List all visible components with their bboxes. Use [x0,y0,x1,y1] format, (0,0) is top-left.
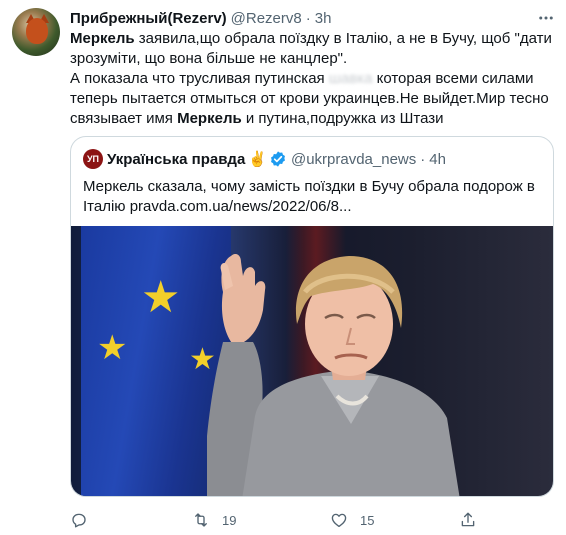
tweet-header: Прибрежный(Rezerv) @Rezerv8 · 3h [70,8,331,28]
reply-button[interactable] [70,510,100,530]
tweet-text-line-3: А показала что трусливая путинская шавка… [70,69,556,89]
retweet-icon [195,513,207,527]
separator-dot: · [305,9,311,27]
quoted-text-line-1: Меркель сказала, чому замість поїздки в … [83,178,535,195]
like-count: 15 [360,512,375,528]
quoted-timestamp[interactable]: 4h [429,151,446,168]
like-button[interactable]: 15 [330,510,374,530]
tweet-text-segment: заявила,що обрала поїздку в Італію, а не… [134,30,552,47]
person-photo [207,254,460,496]
tweet-text-line-5: связывает имя Меркель и путина,подружка … [70,109,556,129]
avatar-fox [26,18,48,44]
share-icon [461,512,475,527]
more-icon [539,16,553,20]
victory-hand-emoji: ✌ [248,151,267,168]
quoted-display-name[interactable]: Українська правда [107,151,245,168]
quoted-tweet-header: УП Українська правда ✌ @ukrpravda_news ·… [83,149,446,169]
tweet-text-segment: которая всеми силами [372,70,534,87]
tweet-text-segment: А показала что трусливая путинская [70,70,329,87]
tweet-text-segment: связывает имя [70,110,178,127]
tweet-text: Меркель заявила,що обрала поїздку в Італ… [70,29,556,129]
tweet-text-segment: и путина,подружка из Штази [241,110,444,127]
tweet-actions: 19 15 [70,510,490,530]
tweet-text-line-1: Меркель заявила,що обрала поїздку в Італ… [70,29,556,49]
timestamp[interactable]: 3h [315,10,332,27]
quoted-text-line-2: Італію pravda.com.ua/news/2022/06/8... [83,198,352,215]
tweet-text-line-2: зрозуміти, що вона більше не канцлер". [70,50,348,67]
blurred-word: шавка [328,70,373,87]
heart-icon [331,513,347,528]
bold-name: Меркель [177,110,242,127]
more-options-button[interactable] [536,8,556,28]
quoted-tweet-text: Меркель сказала, чому замість поїздки в … [83,177,543,217]
user-handle[interactable]: @Rezerv8 [231,10,302,27]
bold-name: Меркель [70,30,135,47]
retweet-count: 19 [222,512,237,528]
share-button[interactable] [459,510,489,530]
retweet-button[interactable]: 19 [192,510,236,530]
flag-star: ★ [97,329,128,367]
quoted-avatar[interactable]: УП [83,149,103,169]
tweet[interactable]: Прибрежный(Rezerv) @Rezerv8 · 3h Меркель… [0,0,566,535]
reply-icon [72,513,86,528]
display-name[interactable]: Прибрежный(Rezerv) [70,10,227,27]
quoted-separator: · [420,150,426,168]
tweet-text-line-4: теперь пытается отмыться от крови украин… [70,90,549,107]
verified-badge-icon [269,150,287,168]
quoted-tweet-image[interactable]: ★ ★ ★ [71,226,553,496]
quoted-tweet[interactable]: УП Українська правда ✌ @ukrpravda_news ·… [70,136,554,497]
avatar[interactable] [12,8,60,56]
quoted-handle[interactable]: @ukrpravda_news [291,151,416,168]
